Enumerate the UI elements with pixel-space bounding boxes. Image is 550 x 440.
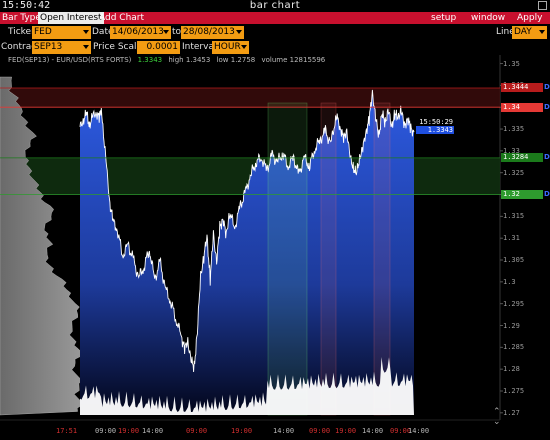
instrument-name: FED(SEP13) - EUR/USD(RTS FORTS): [8, 56, 132, 64]
contract-value: SEP13: [34, 42, 63, 52]
interval-select[interactable]: HOUR: [212, 41, 249, 54]
level-label: 1.3284: [501, 153, 543, 163]
line-select[interactable]: DAY: [512, 26, 547, 39]
ticker-value: FED: [34, 27, 52, 37]
menu-window[interactable]: window: [469, 12, 507, 24]
window-titlebar: 15:50:42 bar chart: [0, 0, 550, 12]
level-tag[interactable]: D: [544, 153, 550, 162]
resistance-zone: [0, 87, 500, 108]
chart-area[interactable]: FED(SEP13) - EUR/USD(RTS FORTS) 1.3343 h…: [0, 55, 550, 440]
date-to-field[interactable]: 28/08/2013: [181, 26, 244, 39]
y-tick-label: 1.3: [503, 277, 516, 286]
date-to-label: to: [172, 27, 182, 37]
x-tick-label: 09:00: [95, 427, 117, 435]
ticker-label: Ticker: [8, 27, 35, 37]
high-value: high 1.3453: [168, 56, 211, 64]
session-highlight-1: [320, 102, 337, 416]
menu-open-interest[interactable]: Open Interest: [38, 12, 104, 24]
menu-bar: Bar Type Open Interest Add Chart setup w…: [0, 12, 550, 24]
interval-value: HOUR: [214, 42, 241, 52]
level-label: 1.32: [501, 190, 543, 200]
expand-icon[interactable]: ⌄: [493, 417, 501, 427]
x-tick-label: 14:00: [362, 427, 384, 435]
low-value: low 1.2758: [216, 56, 256, 64]
window-title: bar chart: [249, 0, 301, 11]
x-tick-label: 09:00: [309, 427, 331, 435]
params-row-1: Ticker FED Date 14/06/2013 to 28/08/2013…: [0, 25, 550, 40]
y-tick-label: 1.27: [503, 408, 520, 417]
level-label: 1.34: [501, 102, 543, 112]
y-tick-label: 1.335: [503, 125, 525, 134]
date-from-value: 14/06/2013: [112, 27, 164, 37]
date-to-value: 28/08/2013: [183, 27, 235, 37]
menu-bar-type[interactable]: Bar Type: [0, 12, 43, 24]
date-from-field[interactable]: 14/06/2013: [110, 26, 171, 39]
collapse-icon[interactable]: ⌃: [493, 407, 501, 417]
x-tick-label: 14:00: [408, 427, 430, 435]
session-highlight-0: [267, 102, 308, 416]
level-tag[interactable]: D: [544, 83, 550, 92]
last-price: 1.3343: [137, 56, 163, 64]
chevron-down-icon: [236, 30, 242, 34]
price-scale-label: Price Scale: [93, 42, 143, 52]
volume-value: volume 12815596: [261, 56, 326, 64]
y-tick-label: 1.31: [503, 234, 520, 243]
level-label: 1.3444: [501, 83, 543, 93]
y-tick-label: 1.295: [503, 299, 525, 308]
chevron-down-icon: [83, 45, 89, 49]
chevron-down-icon: [241, 45, 247, 49]
x-tick-label: 17:51: [56, 427, 78, 435]
menu-setup[interactable]: setup: [429, 12, 458, 24]
chevron-down-icon: [163, 30, 169, 34]
chevron-down-icon: [83, 30, 89, 34]
y-tick-label: 1.29: [503, 321, 520, 330]
y-tick-label: 1.315: [503, 212, 525, 221]
level-tag[interactable]: D: [544, 103, 550, 112]
y-tick-label: 1.28: [503, 365, 520, 374]
x-tick-label: 14:00: [273, 427, 295, 435]
chevron-down-icon: [539, 30, 545, 34]
ticker-select[interactable]: FED: [32, 26, 91, 39]
y-tick-label: 1.305: [503, 256, 525, 264]
price-scale-field[interactable]: 0.0001: [137, 41, 180, 54]
params-row-2: Contract SEP13 Price Scale 0.0001 Interv…: [0, 40, 550, 55]
close-icon[interactable]: [538, 1, 547, 10]
x-tick-label: 19:00: [231, 427, 253, 435]
volume-profile: [0, 76, 84, 416]
y-tick-label: 1.35: [503, 59, 520, 68]
y-tick-label: 1.325: [503, 168, 525, 177]
current-price-box: 1.3343: [416, 126, 454, 134]
chart-caption: FED(SEP13) - EUR/USD(RTS FORTS) 1.3343 h…: [8, 56, 325, 64]
y-tick-label: 1.285: [503, 343, 525, 352]
x-tick-label: 14:00: [142, 427, 164, 435]
contract-select[interactable]: SEP13: [32, 41, 91, 54]
y-tick-label: 1.275: [503, 386, 525, 395]
x-tick-label: 19:00: [335, 427, 357, 435]
x-tick-label: 09:00: [186, 427, 208, 435]
current-time: 15:50:29: [419, 118, 453, 126]
line-value: DAY: [514, 27, 532, 37]
apply-button[interactable]: Apply: [515, 12, 544, 24]
price-chart-svg[interactable]: [0, 55, 550, 440]
level-tag[interactable]: D: [544, 190, 550, 199]
x-tick-label: 19:00: [118, 427, 140, 435]
menu-add-chart[interactable]: Add Chart: [97, 12, 146, 24]
